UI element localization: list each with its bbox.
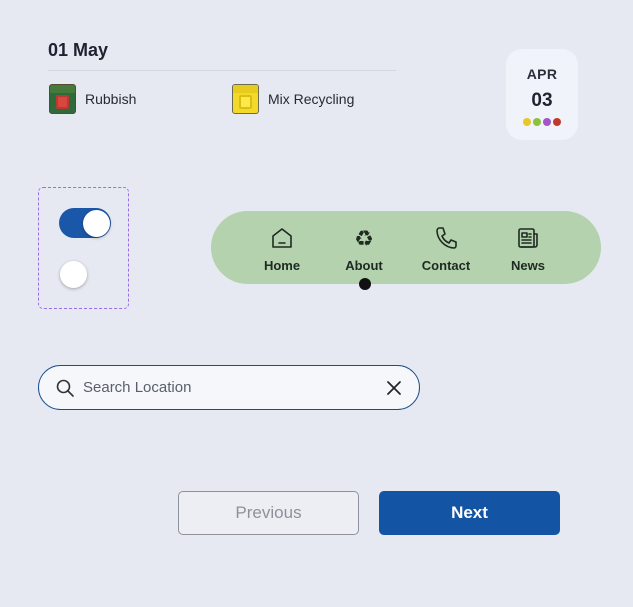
nav-label: Home <box>263 258 301 273</box>
calendar-badge[interactable]: APR 03 <box>506 49 578 140</box>
bottom-nav-bar: Home ♻ About Contact News <box>211 211 601 290</box>
toggle-knob <box>82 209 110 237</box>
search-input[interactable] <box>83 379 384 396</box>
bin-item-mix-recycling: Mix Recycling <box>232 84 354 114</box>
previous-button[interactable]: Previous <box>178 491 359 535</box>
svg-text:♻: ♻ <box>354 227 374 251</box>
calendar-dots <box>523 118 561 126</box>
close-icon[interactable] <box>384 378 404 398</box>
calendar-dot <box>543 118 551 126</box>
calendar-dot <box>523 118 531 126</box>
calendar-month: APR <box>526 66 558 82</box>
toggle-knob <box>60 260 87 288</box>
search-icon <box>56 379 74 397</box>
toggle-group <box>38 187 129 309</box>
bin-label: Rubbish <box>85 91 137 107</box>
nav-label: About <box>345 258 383 273</box>
nav-label: Contact <box>421 258 471 273</box>
bin-item-rubbish: Rubbish <box>49 84 136 114</box>
phone-icon <box>436 227 457 249</box>
calendar-dot <box>553 118 561 126</box>
search-bar <box>38 365 420 410</box>
recycle-icon: ♻ <box>354 227 374 251</box>
collection-date: 01 May <box>48 40 109 60</box>
next-button[interactable]: Next <box>379 491 560 535</box>
bin-label: Mix Recycling <box>268 91 355 107</box>
calendar-day: 03 <box>531 90 553 111</box>
home-icon <box>272 228 292 248</box>
toggle-switch-on[interactable] <box>59 208 111 238</box>
yellow-bin-icon <box>232 84 259 114</box>
newspaper-icon <box>518 228 538 248</box>
nav-item-contact[interactable]: Contact <box>411 225 481 273</box>
active-nav-indicator <box>359 278 371 290</box>
calendar-dot <box>533 118 541 126</box>
red-bin-icon <box>49 84 76 114</box>
nav-item-news[interactable]: News <box>493 225 563 273</box>
nav-item-home[interactable]: Home <box>247 225 317 273</box>
nav-label: News <box>511 258 545 273</box>
divider <box>48 70 396 71</box>
nav-item-about[interactable]: ♻ About <box>329 225 399 273</box>
toggle-switch-off[interactable] <box>59 259 111 289</box>
